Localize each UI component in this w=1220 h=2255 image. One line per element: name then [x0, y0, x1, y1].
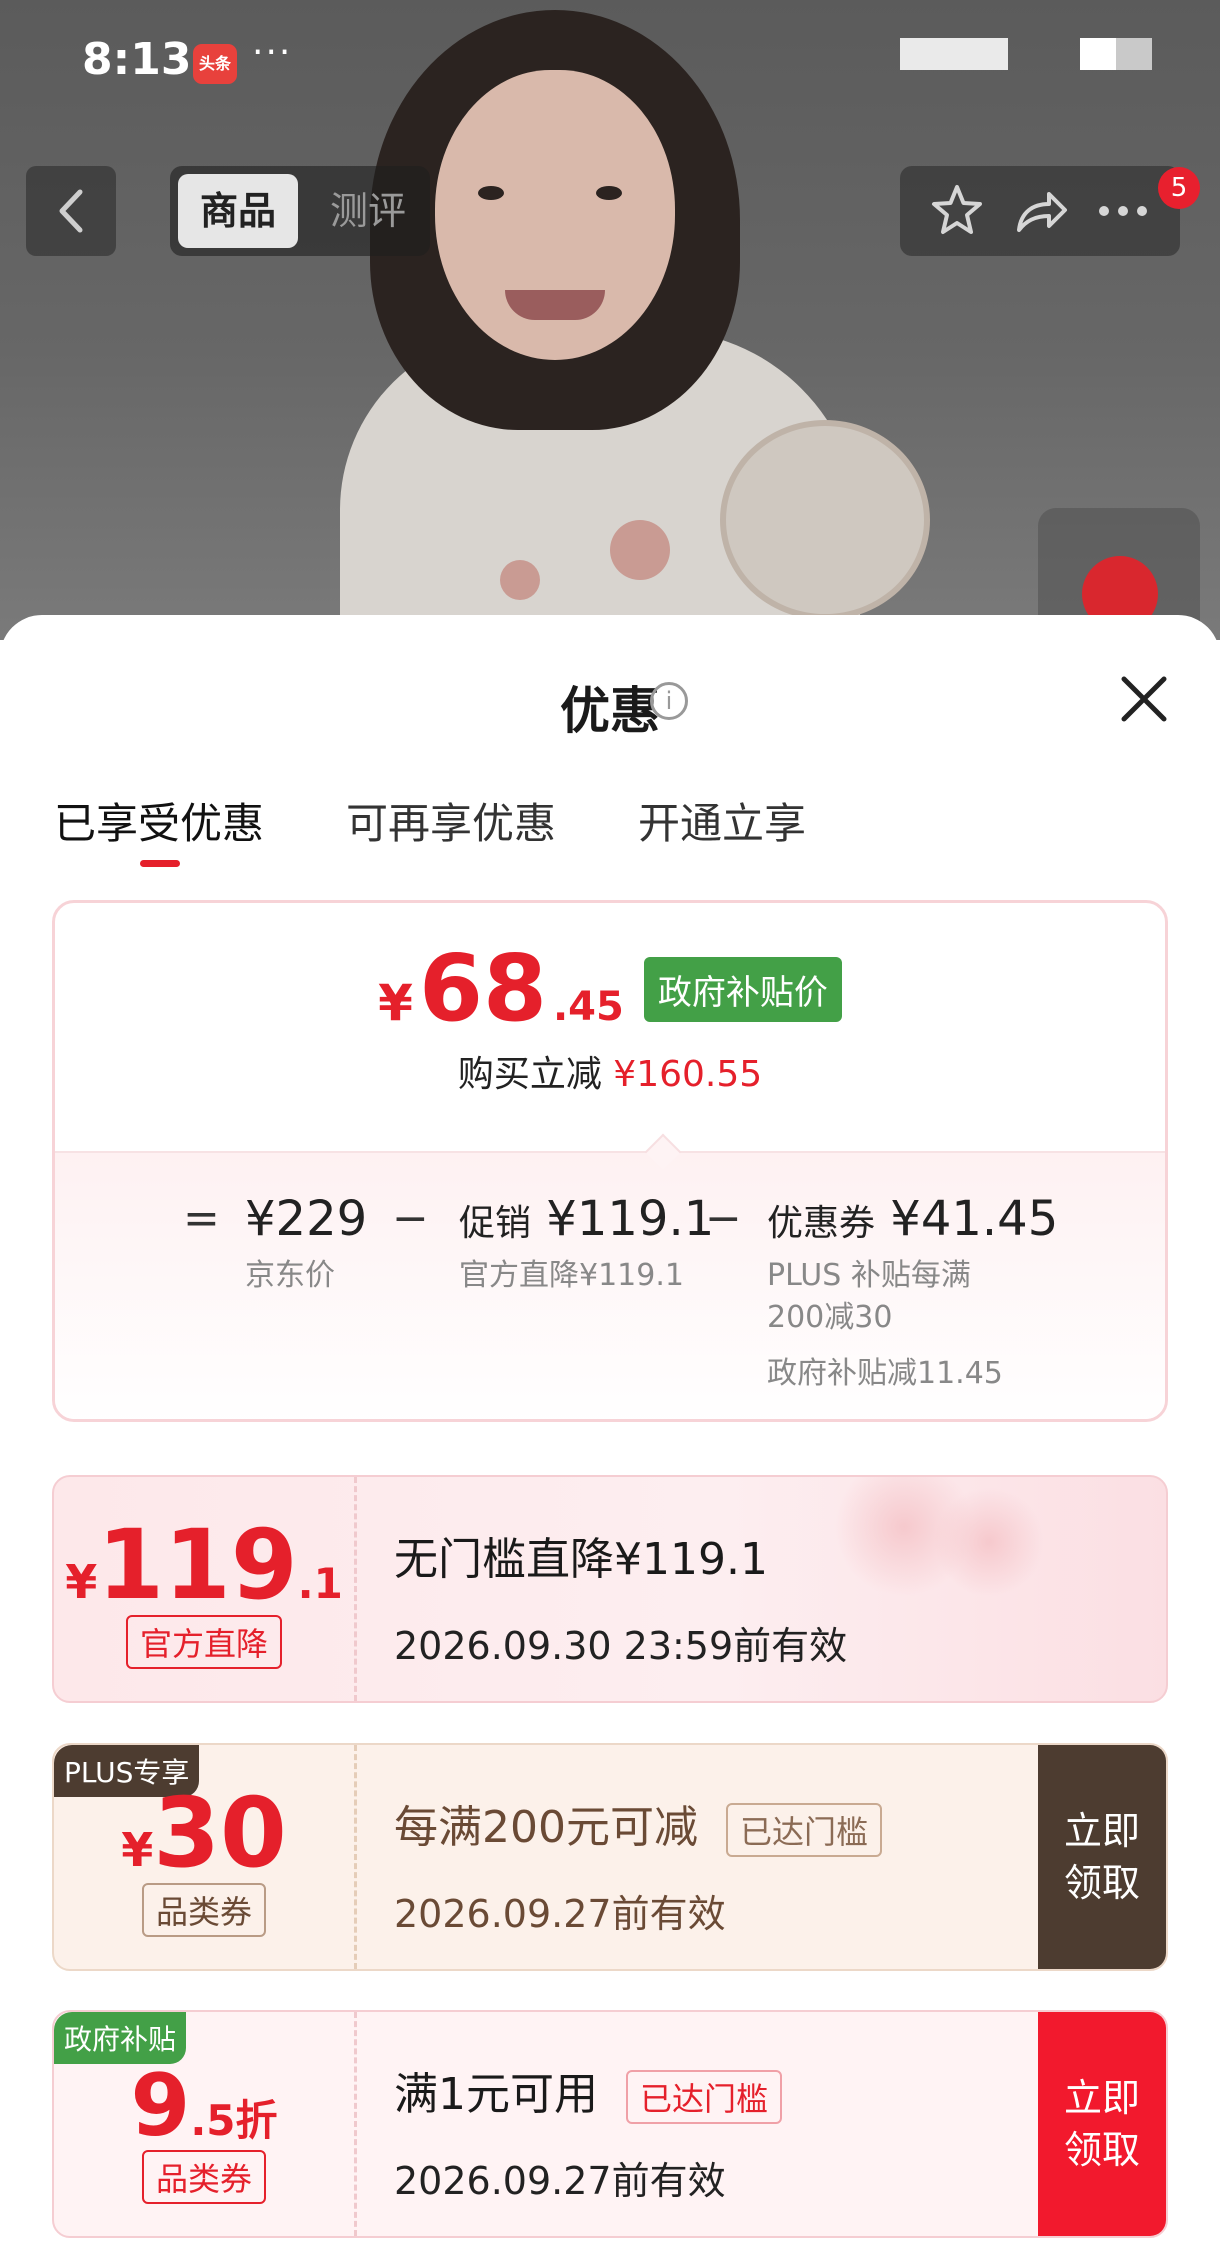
status-more-icon: ···	[252, 32, 293, 73]
tab-enjoyed-discounts[interactable]: 已享受优惠	[54, 790, 264, 851]
tab-more-discounts[interactable]: 可再享优惠	[346, 790, 556, 851]
discount-sheet: 优惠 i 已享受优惠 可再享优惠 开通立享 ¥ 68 .45 政府补贴价 购买立…	[0, 615, 1220, 2255]
coupon-amount: ¥119.1	[65, 1509, 343, 1621]
coupon-title: 每满200元可减 已达门槛	[394, 1791, 882, 1857]
purchase-reduction: 购买立减 ¥160.55	[55, 1045, 1165, 1097]
final-price: ¥ 68 .45 政府补贴价	[55, 943, 1165, 1035]
coupon-amount-panel: 9.5折 品类券	[54, 2012, 354, 2236]
price-decimal: .45	[552, 984, 624, 1030]
coupon-desc-2: 200减30	[767, 1300, 893, 1335]
coupon-title: 无门槛直降¥119.1	[394, 1534, 768, 1585]
minus-sign: −	[392, 1193, 429, 1244]
header-actions	[900, 166, 1180, 256]
jd-price-label: 京东价	[245, 1258, 335, 1293]
info-icon[interactable]: i	[650, 682, 688, 720]
claim-button[interactable]: 立即 领取	[1038, 1745, 1166, 1969]
coupon-expiry: 2026.09.27前有效	[394, 2159, 726, 2203]
tab-product[interactable]: 商品	[178, 174, 298, 248]
price-integer: 68	[418, 935, 547, 1042]
promo-desc: 官方直降¥119.1	[459, 1258, 684, 1293]
reduction-amount: ¥160.55	[613, 1054, 763, 1095]
back-button[interactable]	[26, 166, 116, 256]
active-tab-indicator	[140, 860, 180, 867]
coupon-amount: 9.5折	[130, 2056, 278, 2156]
threshold-met-badge: 已达门槛	[626, 2070, 783, 2124]
coupon-label: 优惠券	[767, 1203, 876, 1244]
coupon-card-gov-subsidy: 政府补贴 9.5折 品类券 满1元可用 已达门槛 2026.09.27前有效 立…	[52, 2010, 1168, 2238]
tab-activate-discounts[interactable]: 开通立享	[638, 790, 806, 851]
coupon-type-label: 品类券	[141, 2150, 267, 2204]
status-time: 8:13	[82, 34, 192, 85]
equals-sign: =	[183, 1193, 220, 1244]
coupon-amount: ¥30	[121, 1777, 287, 1889]
status-bar: 8:13 头条 ···	[0, 0, 1220, 120]
coupon-title: 满1元可用 已达门槛	[394, 2058, 783, 2124]
product-tab-switcher: 商品 测评	[170, 166, 430, 256]
notification-badge: 5	[1158, 167, 1200, 209]
claim-button[interactable]: 立即 领取	[1038, 2012, 1166, 2236]
star-icon[interactable]	[928, 182, 986, 240]
battery-icon	[1080, 38, 1152, 70]
sheet-title: 优惠	[560, 682, 660, 740]
coupon-desc-3: 政府补贴减11.45	[767, 1356, 1003, 1391]
chevron-left-icon	[59, 189, 83, 233]
gov-subsidy-price-tag: 政府补贴价	[643, 956, 842, 1022]
coupon-type-label: 官方直降	[125, 1615, 283, 1669]
coupon-divider	[354, 1745, 357, 1969]
coupon-card-official-discount[interactable]: ¥119.1 官方直降 无门槛直降¥119.1 2026.09.30 23:59…	[52, 1475, 1168, 1703]
threshold-met-badge: 已达门槛	[725, 1803, 882, 1857]
reduction-label: 购买立减	[457, 1054, 602, 1095]
signal-icon	[900, 38, 1008, 70]
coupon-divider	[354, 2012, 357, 2236]
share-icon[interactable]	[1011, 182, 1069, 240]
minus-sign: −	[705, 1193, 742, 1244]
close-icon[interactable]	[1116, 671, 1172, 727]
coupon-divider	[354, 1477, 357, 1701]
jd-price-value: ¥229	[245, 1191, 368, 1247]
coupon-expiry: 2026.09.30 23:59前有效	[394, 1624, 848, 1668]
tab-review[interactable]: 测评	[330, 174, 406, 248]
more-icon[interactable]	[1094, 182, 1152, 240]
price-currency: ¥	[378, 974, 413, 1032]
coupon-desc-1: PLUS 补贴每满	[767, 1258, 971, 1293]
promo-value: ¥119.1	[546, 1191, 715, 1247]
promo-label: 促销	[459, 1203, 532, 1244]
price-breakdown: = ¥229 京东价 − 促销 ¥119.1 官方直降¥119.1 − 优惠券 …	[55, 1151, 1165, 1419]
discount-tabs: 已享受优惠 可再享优惠 开通立享	[54, 790, 806, 851]
coupon-value: ¥41.45	[890, 1191, 1059, 1247]
coupon-card-plus: PLUS专享 ¥30 品类券 每满200元可减 已达门槛 2026.09.27前…	[52, 1743, 1168, 1971]
coupon-amount-panel: ¥30 品类券	[54, 1745, 354, 1969]
coupon-amount-panel: ¥119.1 官方直降	[54, 1477, 354, 1701]
coupon-type-label: 品类券	[141, 1883, 267, 1937]
coupon-expiry: 2026.09.27前有效	[394, 1892, 726, 1936]
toutiao-app-icon: 头条	[193, 44, 237, 84]
price-summary-card: ¥ 68 .45 政府补贴价 购买立减 ¥160.55 = ¥229 京东价 −…	[52, 900, 1168, 1422]
